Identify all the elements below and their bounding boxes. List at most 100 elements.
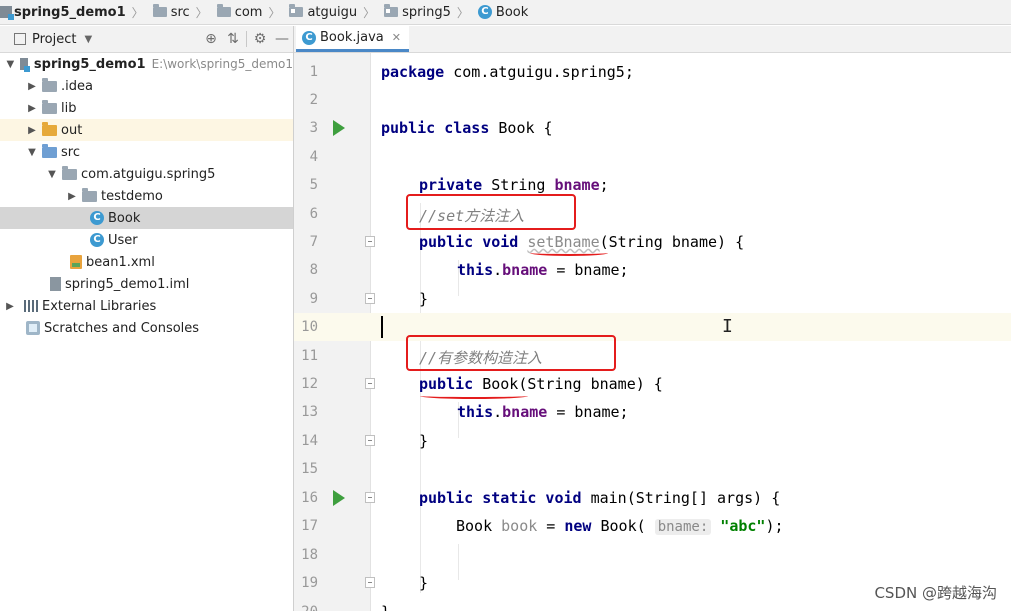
chevron-down-icon[interactable]: ▼ [46, 169, 58, 180]
chevron-right-icon[interactable]: ▶ [4, 301, 16, 312]
run-icon[interactable] [333, 490, 345, 506]
package-icon [384, 4, 399, 17]
tree-item-external-libraries[interactable]: ▶ External Libraries [0, 295, 293, 317]
module-icon [0, 6, 14, 20]
code-line: 3 public class Book { [309, 119, 553, 137]
tab-book-java[interactable]: C Book.java ✕ [296, 26, 409, 52]
run-icon[interactable] [333, 120, 345, 136]
scratches-icon [26, 321, 40, 335]
xml-file-icon [70, 255, 82, 269]
chevron-right-icon[interactable]: ▶ [26, 125, 38, 136]
toolbar-divider [246, 31, 247, 47]
tree-item-project-root[interactable]: ▼ spring5_demo1 E:\work\spring5_demo1 [0, 53, 293, 75]
code-line: 18 [301, 547, 318, 563]
package-icon [62, 165, 77, 180]
chevron-down-icon[interactable]: ▼ [84, 34, 92, 45]
chevron-down-icon[interactable]: ▼ [6, 59, 14, 70]
code-line: 8 this.bname = bname; [309, 261, 629, 279]
module-icon [20, 58, 30, 72]
close-icon[interactable]: ✕ [392, 31, 401, 44]
code-line: 12 public Book(String bname) { [301, 375, 663, 393]
tree-item-testdemo[interactable]: ▶ testdemo [0, 185, 293, 207]
folder-icon [42, 77, 57, 92]
code-line: 17 Book book = new Book( bname: "abc"); [301, 517, 784, 535]
breadcrumb-item-project[interactable]: spring5_demo1 [0, 0, 130, 25]
editor-tab-bar: C Book.java ✕ [294, 26, 1011, 53]
code-line: 14 } [301, 432, 429, 450]
breadcrumb-item-spring5[interactable]: spring5 [380, 0, 455, 25]
chevron-down-icon[interactable]: ▼ [26, 147, 38, 158]
tree-item-out[interactable]: ▶ out [0, 119, 293, 141]
code-line: 5 private String bname; [309, 176, 609, 194]
breadcrumb-item-src[interactable]: src [149, 0, 194, 25]
breadcrumb-item-com[interactable]: com [213, 0, 267, 25]
annotation-underline-public-book [420, 393, 528, 399]
tree-item-book[interactable]: C Book [0, 207, 293, 229]
code-line: 1 package com.atguigu.spring5; [309, 63, 634, 81]
java-class-icon: C [90, 233, 104, 247]
chevron-right-icon: 〉 [268, 5, 281, 20]
watermark: CSDN @跨越海沟 [874, 584, 997, 602]
java-class-icon: C [477, 5, 492, 19]
code-line: 11 //有参数构造注入 [301, 348, 543, 367]
tree-item-scratches[interactable]: Scratches and Consoles [0, 317, 293, 339]
code-editor[interactable]: 1 package com.atguigu.spring5; 2 3 publi… [294, 53, 1011, 611]
fold-icon[interactable] [365, 236, 375, 247]
project-view-icon [14, 33, 26, 45]
chevron-right-icon: 〉 [195, 5, 208, 20]
fold-icon[interactable] [365, 293, 375, 304]
code-line: 2 [309, 92, 318, 108]
code-line: 4 [309, 149, 318, 165]
annotation-underline-setbname [530, 250, 608, 256]
library-icon [24, 300, 38, 312]
fold-icon[interactable] [365, 378, 375, 389]
code-line: 6 //set方法注入 [309, 206, 525, 225]
code-line: 13 this.bname = bname; [301, 403, 629, 421]
fold-icon[interactable] [365, 577, 375, 588]
mouse-ibeam-cursor: I [722, 316, 733, 337]
tree-item-iml[interactable]: spring5_demo1.iml [0, 273, 293, 295]
current-line: 10 [294, 313, 1011, 341]
navigation-breadcrumb: spring5_demo1 〉 src 〉 com 〉 atguigu 〉 sp… [0, 0, 1011, 25]
chevron-right-icon[interactable]: ▶ [26, 81, 38, 92]
tree-item-lib[interactable]: ▶ lib [0, 97, 293, 119]
hide-panel-icon[interactable]: — [271, 31, 293, 47]
chevron-right-icon: 〉 [456, 5, 469, 20]
source-folder-icon [42, 143, 57, 158]
fold-icon[interactable] [365, 435, 375, 446]
excluded-folder-icon [42, 121, 57, 136]
locate-file-icon[interactable]: ⊕ [200, 31, 222, 47]
text-caret [381, 316, 383, 338]
tree-item-bean1-xml[interactable]: bean1.xml [0, 251, 293, 273]
java-class-icon: C [302, 30, 316, 45]
package-icon [289, 4, 304, 17]
code-line: 7 public void setBname(String bname) { [309, 233, 745, 251]
folder-icon [42, 99, 57, 114]
tree-item-src[interactable]: ▼ src [0, 141, 293, 163]
annotation-box-ctor-comment [406, 335, 616, 371]
tree-item-idea[interactable]: ▶ .idea [0, 75, 293, 97]
annotation-box-set-comment [406, 194, 576, 230]
breadcrumb-item-atguigu[interactable]: atguigu [285, 0, 361, 25]
collapse-all-icon[interactable]: ⇅ [222, 31, 244, 47]
fold-icon[interactable] [365, 492, 375, 503]
code-line: 16 public static void main(String[] args… [301, 489, 781, 507]
tree-item-package-spring5[interactable]: ▼ com.atguigu.spring5 [0, 163, 293, 185]
tree-item-user[interactable]: C User [0, 229, 293, 251]
iml-file-icon [50, 277, 61, 291]
chevron-right-icon: 〉 [363, 5, 376, 20]
chevron-right-icon: 〉 [131, 5, 144, 20]
chevron-right-icon[interactable]: ▶ [26, 103, 38, 114]
chevron-right-icon[interactable]: ▶ [66, 191, 78, 202]
code-line: 15 [301, 461, 318, 477]
code-line: 9 } [309, 290, 429, 308]
breadcrumb-item-book[interactable]: C Book [474, 0, 532, 25]
gear-icon[interactable]: ⚙ [249, 31, 271, 47]
folder-icon [216, 4, 231, 17]
java-class-icon: C [90, 211, 104, 225]
package-icon [82, 187, 97, 202]
project-panel-header: Project ▼ ⊕ ⇅ ⚙ — [0, 26, 293, 53]
parameter-hint: bname: [654, 519, 712, 535]
project-tree: ▼ spring5_demo1 E:\work\spring5_demo1 ▶ … [0, 53, 293, 611]
project-view-selector[interactable]: Project [32, 32, 76, 47]
